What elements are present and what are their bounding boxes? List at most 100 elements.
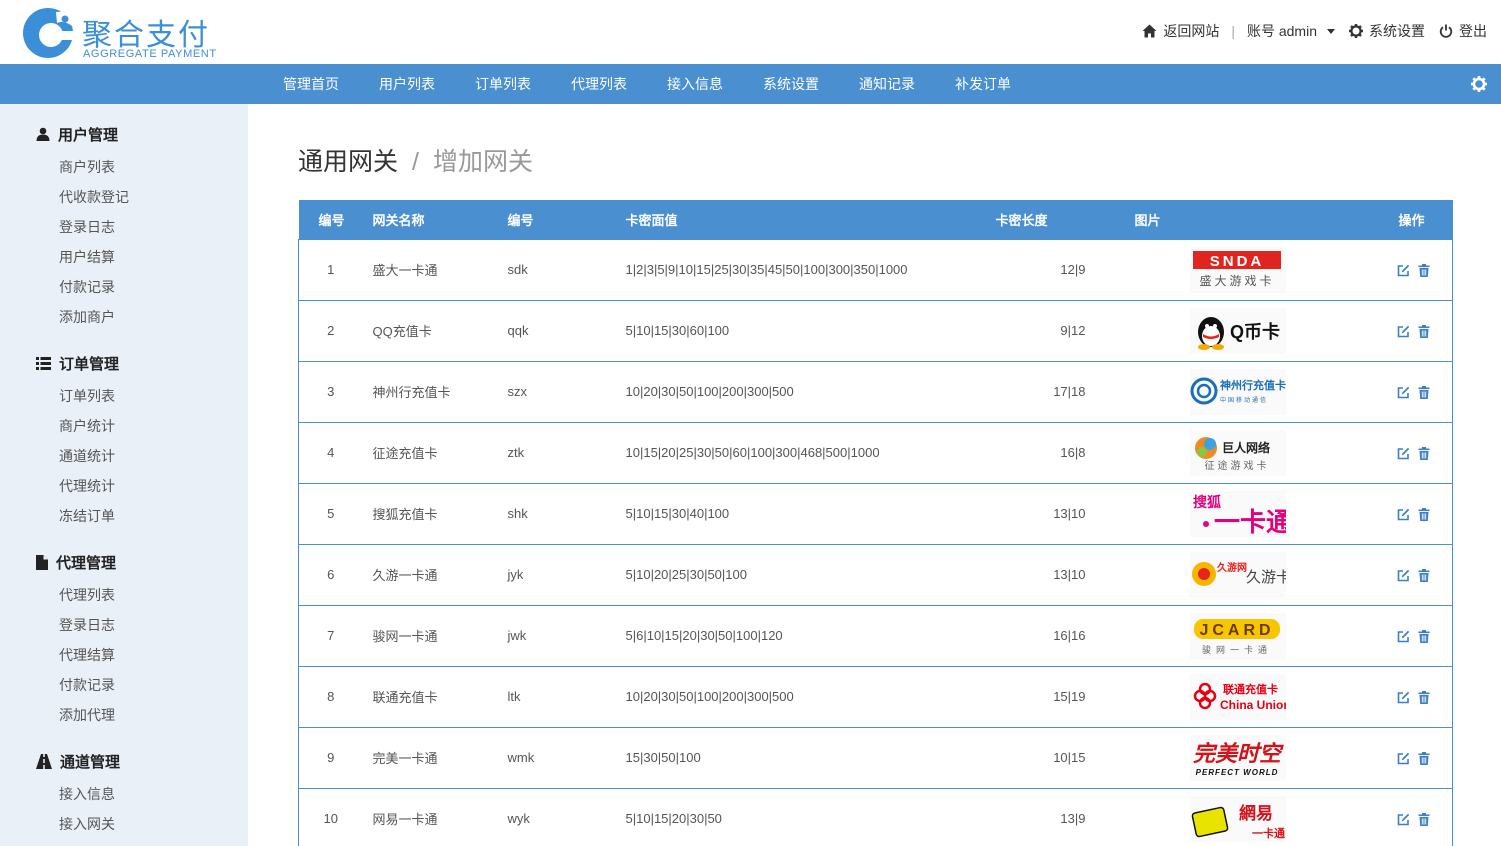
logo-text: Q币卡	[1230, 321, 1280, 342]
trash-icon[interactable]	[1418, 447, 1430, 461]
edit-icon[interactable]	[1397, 630, 1410, 643]
navbar-gear-icon[interactable]	[1471, 76, 1487, 92]
sidebar-item-agent-list[interactable]: 代理列表	[59, 580, 248, 610]
header-id: 编号	[318, 212, 345, 228]
sidebar-group-agents[interactable]: 代理管理	[36, 551, 248, 573]
cell-code: szx	[507, 360, 626, 422]
cell-code: jwk	[507, 604, 626, 666]
sidebar-item-add-agent[interactable]: 添加代理	[59, 700, 248, 730]
nav-item-reissue-orders[interactable]: 补发订单	[935, 64, 1031, 104]
cell-gateway-name: 骏网一卡通	[372, 604, 508, 666]
sidebar-group-orders[interactable]: 订单管理	[36, 352, 248, 374]
logo-text: 征途游戏卡	[1204, 459, 1269, 472]
cell-gateway-name: 联通充值卡	[372, 665, 508, 727]
trash-icon[interactable]	[1418, 386, 1430, 400]
sidebar-item-order-list[interactable]: 订单列表	[59, 381, 248, 411]
cell-card-values: 10|20|30|50|100|200|300|500	[625, 665, 996, 727]
system-settings-link[interactable]: 系统设置	[1349, 21, 1425, 41]
logo-text: 盛大游戏卡	[1199, 273, 1274, 288]
sidebar-item-merchant-stats[interactable]: 商户统计	[59, 411, 248, 441]
header-card-length: 卡密长度	[995, 212, 1048, 228]
brand-logo[interactable]: 聚合支付 AGGREGATE PAYMENT	[20, 4, 240, 60]
logo-text: 一卡通	[1252, 826, 1285, 840]
breadcrumb-separator: /	[412, 148, 419, 176]
edit-icon[interactable]	[1397, 752, 1410, 765]
logo-text: China Union	[1220, 698, 1286, 712]
trash-icon[interactable]	[1418, 508, 1430, 522]
edit-icon[interactable]	[1397, 569, 1410, 582]
home-icon	[1142, 24, 1157, 38]
sidebar-item-payment-records[interactable]: 付款记录	[59, 272, 248, 302]
trash-icon[interactable]	[1418, 813, 1430, 827]
cell-card-values: 10|15|20|25|30|50|60|100|300|468|500|100…	[625, 421, 996, 483]
edit-icon[interactable]	[1397, 386, 1410, 399]
logo-text: PERFECT WORLD	[1195, 768, 1278, 777]
sidebar-item-add-merchant[interactable]: 添加商户	[59, 302, 248, 332]
sidebar-item-access-info[interactable]: 接入信息	[59, 779, 248, 809]
cell-gateway-name: 神州行充值卡	[372, 360, 508, 422]
sidebar-item-agent-settlement[interactable]: 代理结算	[59, 640, 248, 670]
back-to-site-link[interactable]: 返回网站	[1142, 21, 1219, 41]
edit-icon[interactable]	[1397, 325, 1410, 338]
edit-icon[interactable]	[1397, 813, 1410, 826]
nav-item-agents[interactable]: 代理列表	[551, 64, 647, 104]
edit-icon[interactable]	[1397, 447, 1410, 460]
caret-down-icon	[1327, 28, 1335, 34]
header-actions: 操作	[1398, 212, 1425, 228]
logo-text: 網易	[1239, 803, 1273, 823]
sidebar-item-agent-stats[interactable]: 代理统计	[59, 471, 248, 501]
trash-icon[interactable]	[1418, 630, 1430, 644]
breadcrumb-current: 增加网关	[432, 148, 533, 176]
trash-icon[interactable]	[1418, 752, 1430, 766]
account-dropdown[interactable]: 账号 admin	[1247, 21, 1335, 41]
list-icon	[36, 356, 51, 370]
nav-item-orders[interactable]: 订单列表	[455, 64, 551, 104]
cell-id: 1	[298, 238, 373, 300]
gateway-logo-image: JCARD 骏网一卡通	[1189, 612, 1286, 659]
trash-icon[interactable]	[1418, 691, 1430, 705]
cell-card-length: 13|9	[995, 787, 1086, 846]
edit-icon[interactable]	[1397, 691, 1410, 704]
nav-item-settings[interactable]: 系统设置	[743, 64, 839, 104]
cell-actions	[1305, 299, 1453, 361]
sidebar-group-users[interactable]: 用户管理	[36, 123, 248, 145]
trash-icon[interactable]	[1418, 264, 1430, 278]
sidebar-item-login-log[interactable]: 登录日志	[59, 212, 248, 242]
table-row: 5 搜狐充值卡 shk 5|10|15|30|40|100 13|10 搜狐 一卡通	[298, 482, 1453, 544]
sidebar-group-label: 代理管理	[56, 554, 117, 572]
trash-icon[interactable]	[1418, 325, 1430, 339]
table-row: 8 联通充值卡 ltk 10|20|30|50|100|200|300|500 15|1…	[298, 665, 1453, 727]
cell-actions	[1305, 238, 1453, 300]
cell-gateway-name: 征途充值卡	[372, 421, 508, 483]
nav-item-notifications[interactable]: 通知记录	[839, 64, 935, 104]
header-code: 编号	[507, 212, 534, 228]
sidebar-item-channel-stats[interactable]: 通道统计	[59, 441, 248, 471]
logo-text: 巨人网络	[1222, 440, 1270, 455]
cell-actions	[1305, 726, 1453, 788]
sidebar-item-merchant-list[interactable]: 商户列表	[59, 152, 248, 182]
cell-card-length: 17|18	[995, 360, 1086, 422]
nav-item-dashboard[interactable]: 管理首页	[263, 64, 359, 104]
sidebar-group-channels[interactable]: 通道管理	[36, 750, 248, 772]
nav-item-users[interactable]: 用户列表	[359, 64, 455, 104]
cell-image: 完美时空 PERFECT WORLD	[1085, 726, 1306, 788]
logo-text: 一卡通	[1214, 507, 1286, 537]
trash-icon[interactable]	[1418, 569, 1430, 583]
sidebar-item-frozen-orders[interactable]: 冻结订单	[59, 501, 248, 531]
edit-icon[interactable]	[1397, 264, 1410, 277]
road-icon	[36, 753, 52, 769]
gateway-logo-image: SNDA 盛大游戏卡	[1189, 246, 1286, 293]
sidebar-item-agent-login-log[interactable]: 登录日志	[59, 610, 248, 640]
cell-actions	[1305, 360, 1453, 422]
header-image: 图片	[1134, 212, 1161, 228]
sidebar-item-access-gateway[interactable]: 接入网关	[59, 809, 248, 839]
logout-link[interactable]: 登出	[1439, 21, 1487, 41]
sidebar-item-user-settlement[interactable]: 用户结算	[59, 242, 248, 272]
cell-image: 久游网 久游卡	[1085, 543, 1306, 605]
sidebar-item-collection-register[interactable]: 代收款登记	[59, 182, 248, 212]
edit-icon[interactable]	[1397, 508, 1410, 521]
nav-item-access-info[interactable]: 接入信息	[647, 64, 743, 104]
table-row: 9 完美一卡通 wmk 15|30|50|100 10|15 完美时空 PERFECT WO…	[298, 726, 1453, 788]
sidebar-item-agent-payment-records[interactable]: 付款记录	[59, 670, 248, 700]
breadcrumb-parent-link[interactable]: 通用网关	[298, 148, 398, 176]
